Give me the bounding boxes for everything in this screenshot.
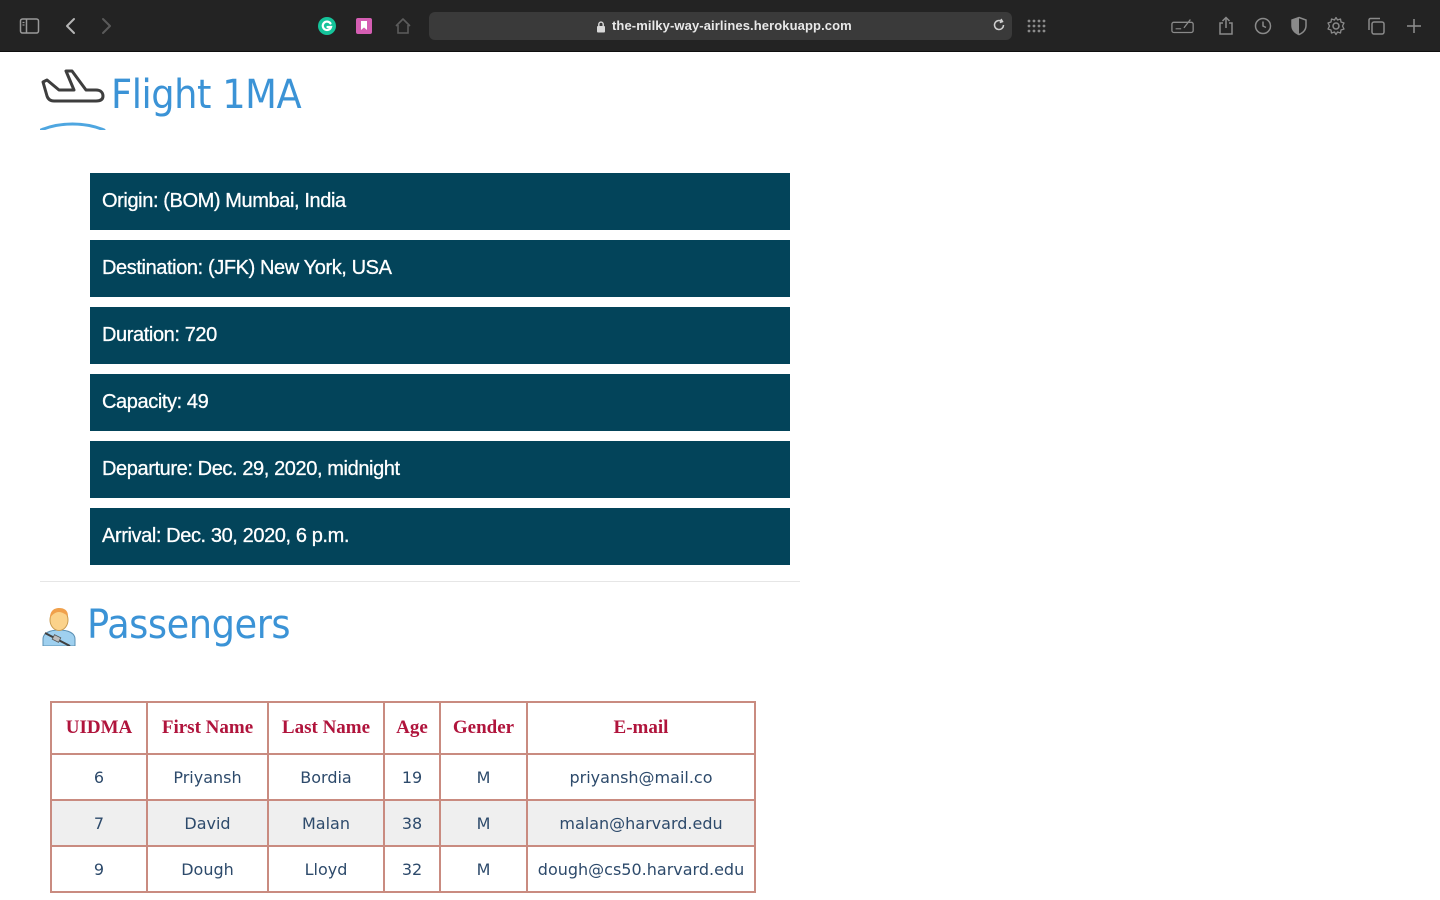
cell-last-name: Lloyd bbox=[267, 845, 385, 893]
departure-detail: Departure: Dec. 29, 2020, midnight bbox=[90, 441, 790, 498]
cell-age: 38 bbox=[383, 799, 441, 847]
lock-icon bbox=[596, 20, 606, 38]
history-clock-icon[interactable] bbox=[1251, 14, 1275, 38]
cell-gender: M bbox=[439, 799, 528, 847]
flight-title: Flight 1MA bbox=[111, 72, 302, 118]
cell-uidma: 6 bbox=[50, 753, 148, 801]
airplane-landing-icon bbox=[39, 68, 106, 135]
col-header-uidma: UIDMA bbox=[50, 701, 148, 755]
back-arrow-icon[interactable] bbox=[59, 14, 83, 38]
cell-first-name: Dough bbox=[146, 845, 269, 893]
col-header-first-name: First Name bbox=[146, 701, 269, 755]
arrival-detail: Arrival: Dec. 30, 2020, 6 p.m. bbox=[90, 508, 790, 565]
passenger-seatbelt-icon bbox=[40, 606, 78, 651]
shield-privacy-icon[interactable] bbox=[1287, 14, 1311, 38]
table-row: 7 David Malan 38 M malan@harvard.edu bbox=[50, 799, 756, 847]
home-icon[interactable] bbox=[391, 14, 415, 38]
cell-age: 19 bbox=[383, 753, 441, 801]
cell-last-name: Bordia bbox=[267, 753, 385, 801]
forward-arrow-icon[interactable] bbox=[94, 14, 118, 38]
passengers-title: Passengers bbox=[87, 602, 291, 648]
passengers-table: UIDMA First Name Last Name Age Gender E-… bbox=[50, 701, 756, 893]
cell-uidma: 7 bbox=[50, 799, 148, 847]
col-header-gender: Gender bbox=[439, 701, 528, 755]
section-divider bbox=[40, 581, 800, 582]
cell-last-name: Malan bbox=[267, 799, 385, 847]
cell-gender: M bbox=[439, 845, 528, 893]
col-header-age: Age bbox=[383, 701, 441, 755]
sidebar-toggle-icon[interactable] bbox=[18, 14, 42, 38]
cell-age: 32 bbox=[383, 845, 441, 893]
table-row: 6 Priyansh Bordia 19 M priyansh@mail.co bbox=[50, 753, 756, 801]
origin-detail: Origin: (BOM) Mumbai, India bbox=[90, 173, 790, 230]
url-text: the-milky-way-airlines.herokuapp.com bbox=[612, 18, 852, 33]
share-icon[interactable] bbox=[1214, 14, 1238, 38]
bookmark-extension-icon[interactable] bbox=[352, 14, 376, 38]
address-bar[interactable]: the-milky-way-airlines.herokuapp.com bbox=[429, 12, 1012, 40]
grid-apps-icon[interactable] bbox=[1024, 14, 1048, 38]
cell-email: dough@cs50.harvard.edu bbox=[526, 845, 756, 893]
cell-email: malan@harvard.edu bbox=[526, 799, 756, 847]
new-tab-plus-icon[interactable] bbox=[1402, 14, 1426, 38]
table-row: 9 Dough Lloyd 32 M dough@cs50.harvard.ed… bbox=[50, 845, 756, 893]
tabs-overview-icon[interactable] bbox=[1364, 14, 1388, 38]
reload-icon[interactable] bbox=[992, 18, 1006, 37]
cell-first-name: Priyansh bbox=[146, 753, 269, 801]
table-header-row: UIDMA First Name Last Name Age Gender E-… bbox=[50, 701, 756, 755]
cell-gender: M bbox=[439, 753, 528, 801]
col-header-email: E-mail bbox=[526, 701, 756, 755]
sign-pad-icon[interactable] bbox=[1171, 14, 1195, 38]
col-header-last-name: Last Name bbox=[267, 701, 385, 755]
cell-uidma: 9 bbox=[50, 845, 148, 893]
cell-first-name: David bbox=[146, 799, 269, 847]
duration-detail: Duration: 720 bbox=[90, 307, 790, 364]
grammarly-extension-icon[interactable] bbox=[315, 14, 339, 38]
destination-detail: Destination: (JFK) New York, USA bbox=[90, 240, 790, 297]
cell-email: priyansh@mail.co bbox=[526, 753, 756, 801]
browser-toolbar: the-milky-way-airlines.herokuapp.com bbox=[0, 0, 1440, 52]
settings-gear-icon[interactable] bbox=[1324, 14, 1348, 38]
capacity-detail: Capacity: 49 bbox=[90, 374, 790, 431]
